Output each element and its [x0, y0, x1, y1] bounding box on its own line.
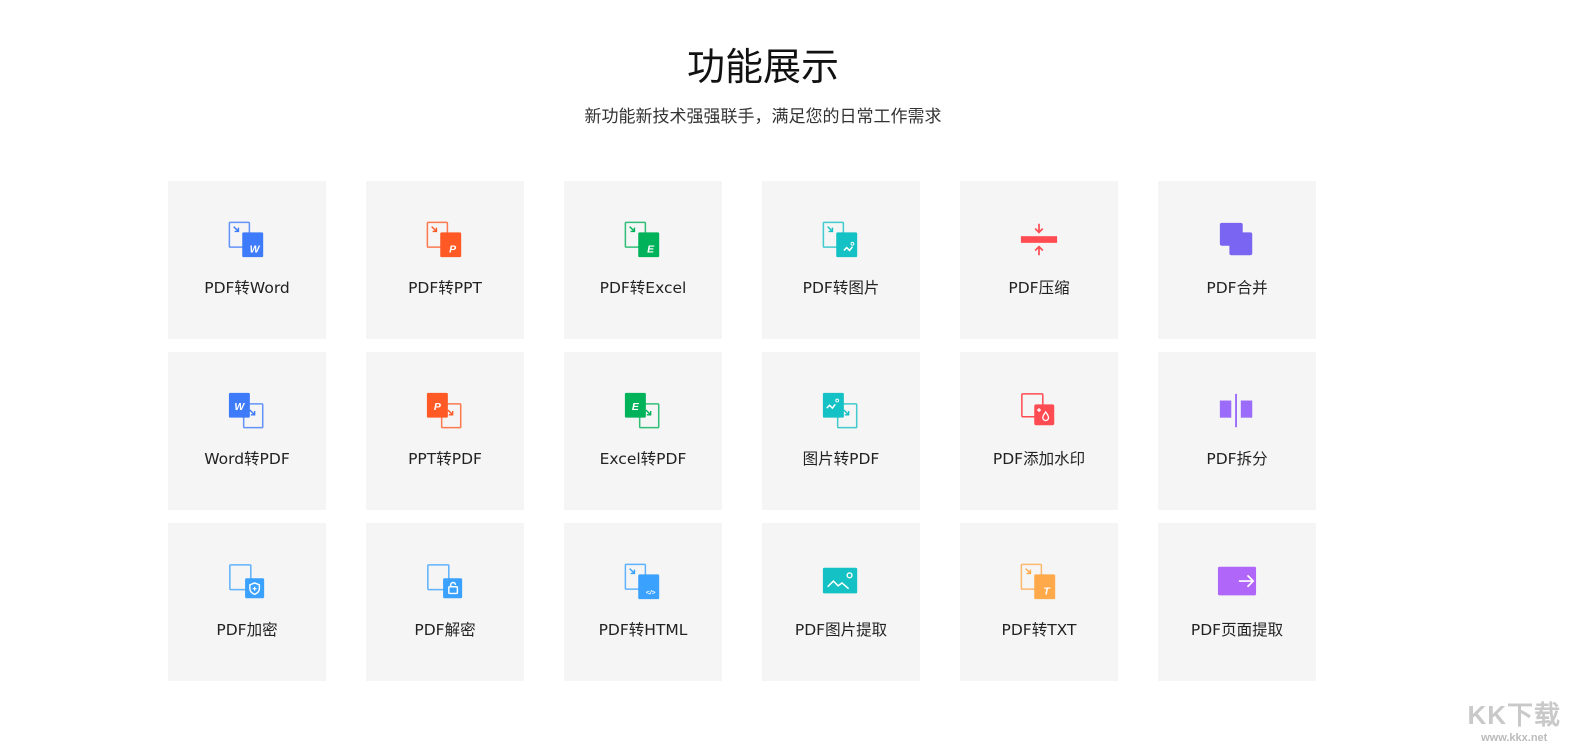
svg-text:P: P [434, 402, 441, 413]
feature-card-pdf-merge[interactable]: PDF合并 [1158, 181, 1316, 339]
pdf-to-ppt-icon: P [426, 221, 462, 258]
site-watermark: KK下载 www.kkx.net [1467, 695, 1561, 744]
pdf-image-extract-icon [822, 567, 858, 594]
svg-text:</>: </> [646, 589, 656, 596]
feature-card-pdf-to-html[interactable]: </> PDF转HTML [564, 523, 722, 681]
feature-card-pdf-decrypt[interactable]: PDF解密 [366, 523, 524, 681]
feature-card-pdf-split[interactable]: PDF拆分 [1158, 352, 1316, 510]
ppt-to-pdf-icon: P [426, 392, 462, 429]
feature-card-image-to-pdf[interactable]: 图片转PDF [762, 352, 920, 510]
feature-card-pdf-watermark[interactable]: PDF添加水印 [960, 352, 1118, 510]
feature-label: PDF转HTML [598, 621, 688, 639]
pdf-to-txt-icon: T [1020, 563, 1056, 600]
pdf-merge-icon [1219, 222, 1253, 256]
svg-text:W: W [234, 402, 245, 413]
feature-label: PDF转图片 [802, 279, 880, 297]
pdf-to-word-icon: W [228, 221, 264, 258]
feature-label: PDF合并 [1206, 279, 1268, 297]
pdf-split-icon [1219, 393, 1253, 428]
feature-card-pdf-encrypt[interactable]: PDF加密 [168, 523, 326, 681]
feature-label: Excel转PDF [599, 450, 687, 468]
feature-label: PDF转TXT [1001, 621, 1077, 639]
feature-label: PDF转Excel [599, 279, 687, 297]
feature-label: PDF页面提取 [1190, 621, 1284, 639]
feature-label: PDF转Word [204, 279, 290, 297]
feature-card-pdf-compress[interactable]: PDF压缩 [960, 181, 1118, 339]
excel-to-pdf-icon: E [624, 392, 660, 429]
feature-label: PDF压缩 [1008, 279, 1070, 297]
feature-card-word-to-pdf[interactable]: W Word转PDF [168, 352, 326, 510]
feature-label: 图片转PDF [802, 450, 880, 468]
pdf-to-excel-icon: E [624, 221, 660, 258]
feature-label: PDF图片提取 [794, 621, 888, 639]
page-title: 功能展示 [686, 45, 839, 89]
feature-grid: W PDF转Word P PDF转PPT E PDF转Excel PDF转图片 PDF压缩 PD… [168, 181, 1316, 681]
feature-label: PDF解密 [414, 621, 476, 639]
feature-label: PDF转PPT [408, 279, 482, 297]
feature-card-pdf-to-excel[interactable]: E PDF转Excel [564, 181, 722, 339]
page-subtitle: 新功能新技术强强联手，满足您的日常工作需求 [584, 107, 942, 127]
svg-text:P: P [449, 244, 456, 255]
feature-label: PDF加密 [216, 621, 278, 639]
watermark-url: www.kkx.net [1481, 732, 1548, 744]
pdf-to-image-icon [822, 221, 858, 258]
feature-card-pdf-to-ppt[interactable]: P PDF转PPT [366, 181, 524, 339]
pdf-encrypt-icon [229, 564, 265, 599]
word-to-pdf-icon: W [228, 392, 264, 429]
feature-label: PDF拆分 [1206, 450, 1268, 468]
pdf-compress-icon [1020, 223, 1058, 256]
image-to-pdf-icon [822, 392, 858, 429]
feature-card-pdf-image-extract[interactable]: PDF图片提取 [762, 523, 920, 681]
feature-label: PDF添加水印 [992, 450, 1086, 468]
pdf-to-html-icon: </> [624, 563, 660, 600]
feature-card-pdf-to-image[interactable]: PDF转图片 [762, 181, 920, 339]
feature-label: Word转PDF [204, 450, 290, 468]
watermark-logo: KK下载 [1467, 700, 1561, 730]
feature-card-pdf-to-txt[interactable]: T PDF转TXT [960, 523, 1118, 681]
svg-text:E: E [632, 402, 640, 413]
feature-label: PPT转PDF [408, 450, 482, 468]
feature-card-ppt-to-pdf[interactable]: P PPT转PDF [366, 352, 524, 510]
feature-card-pdf-to-word[interactable]: W PDF转Word [168, 181, 326, 339]
svg-text:W: W [250, 244, 261, 255]
pdf-decrypt-icon [427, 564, 463, 599]
feature-card-pdf-page-extract[interactable]: PDF页面提取 [1158, 523, 1316, 681]
feature-card-excel-to-pdf[interactable]: E Excel转PDF [564, 352, 722, 510]
pdf-page-extract-icon [1217, 566, 1257, 596]
pdf-watermark-icon [1021, 393, 1055, 426]
svg-text:E: E [647, 244, 655, 255]
